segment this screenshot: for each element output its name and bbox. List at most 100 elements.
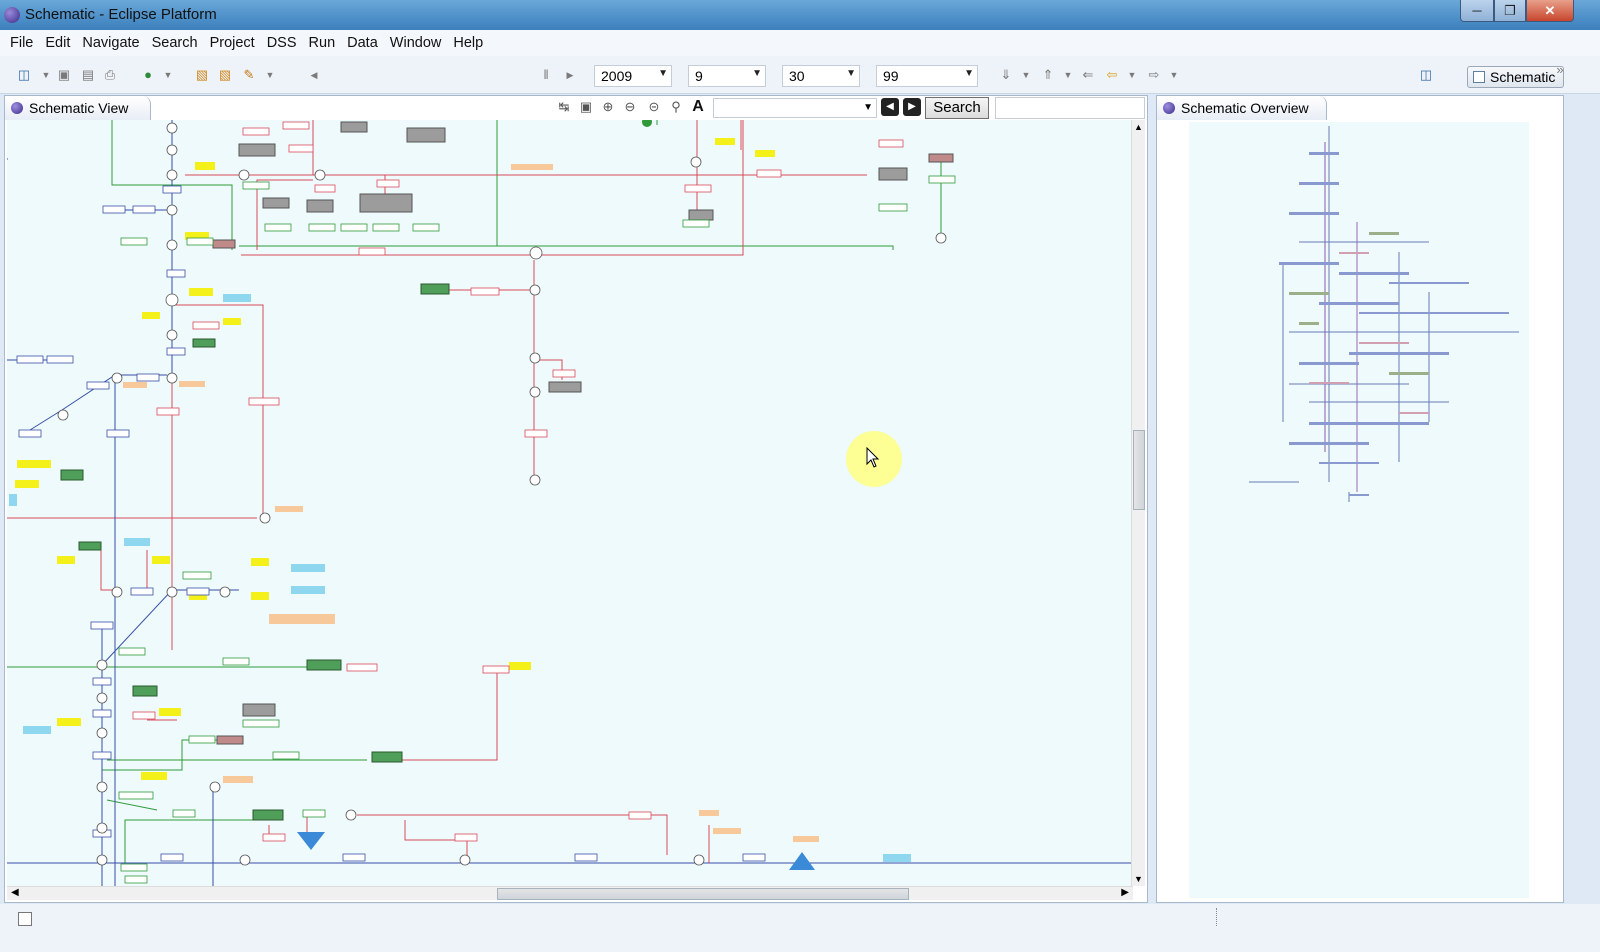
year-select[interactable]: 2009 ▼ bbox=[594, 65, 672, 87]
schematic-canvas[interactable] bbox=[7, 120, 1133, 886]
overview-minimap[interactable] bbox=[1189, 122, 1529, 898]
green-junction-node[interactable] bbox=[642, 120, 652, 127]
menu-navigate[interactable]: Navigate bbox=[76, 35, 145, 51]
vertical-scroll-thumb[interactable] bbox=[1133, 430, 1145, 510]
eclipse-app-icon bbox=[4, 7, 20, 23]
minimize-button[interactable]: ─ bbox=[1460, 0, 1494, 22]
forward-icon[interactable]: ⇨ bbox=[1146, 67, 1162, 83]
schematic-overview-icon bbox=[1163, 102, 1175, 114]
open-project-icon[interactable]: ▧ bbox=[217, 67, 233, 83]
schematic-view-tab-label: Schematic View bbox=[29, 100, 129, 116]
back-icon[interactable]: ⇦ bbox=[1104, 67, 1120, 83]
schematic-view: Schematic View ↹ ▣ ⊕ ⊖ ⊝ ⚲ A ▼ ◀ ▶ Searc… bbox=[4, 95, 1148, 903]
close-icon: ✕ bbox=[1544, 2, 1556, 18]
search-input[interactable] bbox=[995, 97, 1145, 119]
last-edit-icon[interactable]: ⇐ bbox=[1080, 67, 1096, 83]
run-dropdown-icon[interactable]: ▼ bbox=[160, 67, 176, 83]
prev-annotation-icon[interactable]: ⇑ bbox=[1040, 67, 1056, 83]
chevron-down-icon: ▼ bbox=[658, 68, 668, 79]
schematic-overview-tab[interactable]: Schematic Overview bbox=[1157, 96, 1327, 120]
save-icon[interactable]: ▣ bbox=[56, 67, 72, 83]
forward-dropdown-icon[interactable]: ▼ bbox=[1166, 67, 1182, 83]
print-icon[interactable]: ⎙ bbox=[102, 67, 118, 83]
day-select[interactable]: 30 ▼ bbox=[782, 65, 860, 87]
maximize-icon: ❐ bbox=[1504, 2, 1516, 18]
next-annotation-dropdown-icon[interactable]: ▼ bbox=[1018, 67, 1034, 83]
save-image-icon[interactable]: ▣ bbox=[577, 98, 595, 116]
font-icon[interactable]: A bbox=[689, 98, 707, 116]
run-icon[interactable]: ● bbox=[140, 67, 156, 83]
status-separator bbox=[1216, 908, 1218, 926]
save-all-icon[interactable]: ▤ bbox=[80, 67, 96, 83]
schematic-perspective-button[interactable]: Schematic bbox=[1467, 66, 1564, 88]
menu-search[interactable]: Search bbox=[146, 35, 204, 51]
menu-dss[interactable]: DSS bbox=[261, 35, 303, 51]
chevron-down-icon: ▼ bbox=[752, 68, 762, 79]
search-button[interactable]: Search bbox=[925, 97, 989, 119]
schematic-nodes[interactable] bbox=[9, 121, 954, 862]
scroll-down-icon[interactable]: ▼ bbox=[1134, 874, 1143, 884]
next-match-button[interactable]: ▶ bbox=[903, 98, 921, 116]
fast-view-icon[interactable] bbox=[18, 912, 32, 926]
more-perspectives-icon[interactable]: » bbox=[1552, 62, 1568, 78]
chevron-down-icon: ▼ bbox=[863, 102, 873, 113]
new-file-icon[interactable]: ◫ bbox=[16, 67, 32, 83]
level-value: 99 bbox=[883, 68, 899, 84]
schematic-overview-tab-label: Schematic Overview bbox=[1181, 100, 1309, 116]
next-annotation-icon[interactable]: ⇓ bbox=[998, 67, 1014, 83]
green-links bbox=[7, 120, 1133, 864]
scroll-left-icon[interactable]: ◀ bbox=[11, 887, 19, 898]
schematic-view-tab[interactable]: Schematic View bbox=[5, 96, 151, 120]
tools-dropdown-icon[interactable]: ▼ bbox=[262, 67, 278, 83]
zoom-out-icon[interactable]: ⊖ bbox=[621, 98, 639, 116]
overview-canvas[interactable] bbox=[1189, 122, 1529, 898]
chevron-down-icon: ▼ bbox=[964, 68, 974, 79]
maximize-button[interactable]: ❐ bbox=[1494, 0, 1526, 22]
menu-help[interactable]: Help bbox=[447, 35, 489, 51]
new-dropdown-icon[interactable]: ▼ bbox=[38, 67, 54, 83]
reservoir-triangle-down[interactable] bbox=[297, 832, 325, 850]
menu-bar: File Edit Navigate Search Project DSS Ru… bbox=[0, 30, 1600, 56]
perspective-icon bbox=[1473, 71, 1485, 83]
node-filter-select[interactable]: ▼ bbox=[713, 98, 877, 118]
columns-icon[interactable]: ‖ bbox=[538, 67, 554, 83]
menu-run[interactable]: Run bbox=[303, 35, 342, 51]
tools-icon[interactable]: ✎ bbox=[241, 67, 257, 83]
month-select[interactable]: 9 ▼ bbox=[688, 65, 766, 87]
title-bar: Schematic - Eclipse Platform ─ ❐ ✕ bbox=[0, 0, 1600, 30]
chevron-down-icon: ▼ bbox=[846, 68, 856, 79]
horizontal-scroll-thumb[interactable] bbox=[497, 888, 909, 900]
menu-data[interactable]: Data bbox=[341, 35, 384, 51]
zoom-fit-icon[interactable]: ⊝ bbox=[645, 98, 663, 116]
scroll-up-icon[interactable]: ▲ bbox=[1134, 122, 1143, 132]
close-button[interactable]: ✕ bbox=[1526, 0, 1574, 22]
main-toolbar: ◫ ▼ ▣ ▤ ⎙ ● ▼ ▧ ▧ ✎ ▼ ◀ ‖ ▶ 2009 ▼ 9 ▼ 3… bbox=[0, 56, 1600, 94]
scroll-right-icon[interactable]: ▶ bbox=[562, 67, 578, 83]
level-select[interactable]: 99 ▼ bbox=[876, 65, 978, 87]
horizontal-scrollbar[interactable]: ◀ ▶ bbox=[7, 886, 1133, 900]
open-perspective-icon[interactable]: ◫ bbox=[1418, 67, 1434, 83]
open-folder-icon[interactable]: ▧ bbox=[194, 67, 210, 83]
reservoir-triangle-up[interactable] bbox=[789, 852, 815, 870]
prev-annotation-dropdown-icon[interactable]: ▼ bbox=[1060, 67, 1076, 83]
magnify-icon[interactable]: ⚲ bbox=[667, 98, 685, 116]
schematic-diagram[interactable] bbox=[7, 120, 1133, 886]
menu-project[interactable]: Project bbox=[204, 35, 261, 51]
perspective-label: Schematic bbox=[1490, 69, 1556, 85]
back-dropdown-icon[interactable]: ▼ bbox=[1124, 67, 1140, 83]
red-links bbox=[7, 120, 867, 863]
status-bar bbox=[0, 904, 1600, 952]
menu-window[interactable]: Window bbox=[384, 35, 448, 51]
previous-match-button[interactable]: ◀ bbox=[881, 98, 899, 116]
scroll-left-icon[interactable]: ◀ bbox=[306, 67, 322, 83]
menu-edit[interactable]: Edit bbox=[39, 35, 76, 51]
link-icon[interactable]: ↹ bbox=[555, 98, 573, 116]
year-value: 2009 bbox=[601, 68, 633, 84]
zoom-in-icon[interactable]: ⊕ bbox=[599, 98, 617, 116]
schematic-overview-view: Schematic Overview bbox=[1156, 95, 1564, 903]
vertical-scrollbar[interactable]: ▲ ▼ bbox=[1131, 120, 1145, 886]
next-icon: ▶ bbox=[908, 101, 916, 112]
minimize-icon: ─ bbox=[1472, 3, 1482, 18]
menu-file[interactable]: File bbox=[4, 35, 39, 51]
scroll-right-icon[interactable]: ▶ bbox=[1121, 887, 1129, 898]
